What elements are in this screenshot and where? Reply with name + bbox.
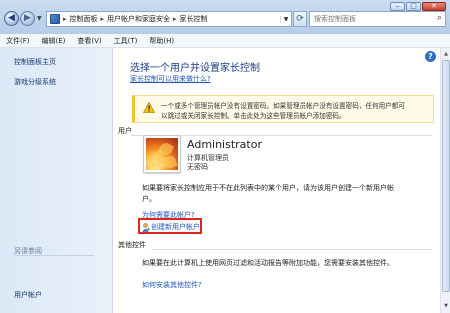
new-account-info-text: 如果要将家长控制应用于不在此列表中的某个用户，请为该用户创建一个新用户帐户。 — [142, 184, 394, 203]
create-account-row[interactable]: 创建新用户帐户 — [142, 222, 200, 232]
user-password-status: 无密码 — [187, 163, 208, 171]
search-icon[interactable]: ⌕ — [437, 13, 442, 23]
warning-icon — [143, 102, 155, 113]
back-button[interactable]: ◀ — [4, 11, 19, 26]
page-title: 选择一个用户并设置家长控制 — [130, 63, 260, 74]
menu-tools[interactable]: 工具(T) — [112, 36, 140, 46]
scroll-up-arrow-icon[interactable]: ▲ — [442, 50, 450, 59]
warning-line-1: 一个或多个管理员帐户没有设置密码。如果管理员帐户没有设置密码，任何用户都可 — [161, 102, 405, 110]
breadcrumb-separator-icon[interactable]: ▸ — [173, 15, 177, 23]
other-controls-section-divider — [151, 249, 432, 250]
help-icon[interactable]: ? — [425, 51, 436, 62]
warning-line-2: 以跳过或关闭家长控制。单击此处为这些管理员帐户添加密码。 — [161, 112, 346, 120]
search-input[interactable] — [314, 15, 429, 23]
menu-view[interactable]: 查看(V) — [75, 36, 103, 46]
search-box[interactable]: ⌕ — [309, 11, 446, 27]
close-button[interactable]: ✕ — [422, 2, 446, 11]
menu-edit[interactable]: 编辑(E) — [40, 36, 68, 46]
user-accounts-link[interactable]: 用户帐户 — [14, 290, 42, 300]
scroll-down-arrow-icon[interactable]: ▼ — [442, 302, 450, 311]
breadcrumb-separator-icon[interactable]: ▸ — [63, 15, 67, 23]
game-ratings-link[interactable]: 游戏分级系统 — [14, 77, 56, 87]
warning-message: 一个或多个管理员帐户没有设置密码。如果管理员帐户没有设置密码，任何用户都可 以跳… — [161, 101, 433, 121]
menu-help[interactable]: 帮助(H) — [147, 36, 176, 46]
other-controls-info-text: 如果要在此计算机上使用网页过滤和活动报告等附加功能，您需要安装其他控件。 — [142, 259, 394, 267]
forward-button[interactable]: ▶ — [20, 11, 35, 26]
user-avatar[interactable] — [144, 136, 180, 172]
user-add-icon — [142, 222, 150, 232]
title-bar: – □ ✕ ◀ ▶ ▼ ▸ 控制面板 ▸ 用户帐户和家庭安全 ▸ 家长控制 ▼ … — [0, 0, 450, 34]
other-controls-section-label: 其他控件 — [118, 241, 146, 249]
left-nav-pane: 控制面板主页 游戏分级系统 另请参阅 用户帐户 — [0, 48, 113, 313]
users-section-label: 用户 — [118, 127, 132, 135]
address-dropdown-icon[interactable]: ▼ — [280, 15, 291, 23]
what-can-parental-controls-do-link[interactable]: 家长控制可以用来做什么? — [130, 74, 211, 84]
password-warning-banner[interactable]: 一个或多个管理员帐户没有设置密码。如果管理员帐户没有设置密码，任何用户都可 以跳… — [132, 95, 434, 123]
menu-file[interactable]: 文件(F) — [4, 36, 32, 46]
address-bar[interactable]: ▸ 控制面板 ▸ 用户帐户和家庭安全 ▸ 家长控制 ▼ — [46, 11, 292, 27]
scroll-thumb[interactable] — [442, 60, 450, 292]
window-controls: – □ ✕ — [390, 2, 446, 11]
minimize-button[interactable]: – — [390, 2, 405, 11]
breadcrumb-parental-controls[interactable]: 家长控制 — [180, 14, 208, 24]
breadcrumb-control-panel[interactable]: 控制面板 — [70, 14, 98, 24]
control-panel-home-link[interactable]: 控制面板主页 — [14, 57, 56, 67]
refresh-button[interactable]: ⟳ — [293, 11, 307, 27]
breadcrumb-separator-icon[interactable]: ▸ — [101, 15, 105, 23]
see-also-divider — [14, 255, 94, 256]
main-content: ? ▲ ▼ 选择一个用户并设置家长控制 家长控制可以用来做什么? 一个或多个管理… — [113, 48, 450, 313]
create-new-account-link[interactable]: 创建新用户帐户 — [151, 222, 200, 232]
maximize-button[interactable]: □ — [406, 2, 421, 11]
window: – □ ✕ ◀ ▶ ▼ ▸ 控制面板 ▸ 用户帐户和家庭安全 ▸ 家长控制 ▼ … — [0, 0, 450, 313]
how-to-install-controls-link[interactable]: 如何安装其他控件? — [142, 280, 202, 290]
menu-bar: 文件(F) 编辑(E) 查看(V) 工具(T) 帮助(H) — [0, 34, 450, 48]
control-panel-icon — [50, 14, 60, 24]
breadcrumb-user-accounts[interactable]: 用户帐户和家庭安全 — [107, 14, 170, 24]
vertical-scrollbar[interactable]: ▲ ▼ — [440, 48, 450, 313]
user-name[interactable]: Administrator — [187, 138, 262, 151]
recent-pages-chevron-icon[interactable]: ▼ — [37, 15, 42, 22]
